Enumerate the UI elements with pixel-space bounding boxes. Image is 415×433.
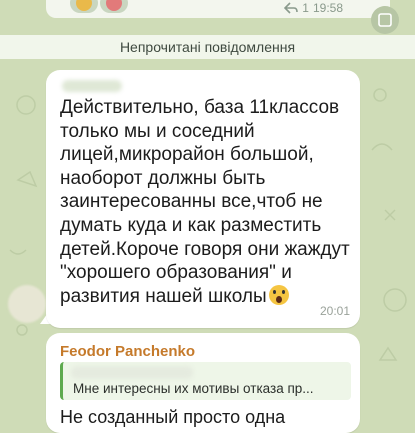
unread-banner-label: Непрочитані повідомлення — [119, 39, 296, 55]
reply-sender-name[interactable]: Feodor Panchenko — [60, 343, 195, 360]
sender-name-redacted — [62, 80, 122, 92]
reply-message-bubble[interactable]: Feodor Panchenko Мне интересны их мотивы… — [46, 333, 360, 433]
quoted-text: Мне интересны их мотивы отказа пр... — [73, 381, 314, 396]
message-text: Действительно, база 11классов только мы … — [60, 96, 350, 308]
thumbs-up-reaction-icon — [76, 0, 92, 11]
reaction-chip[interactable] — [100, 0, 128, 13]
quoted-sender-redacted — [71, 366, 193, 379]
share-icon — [378, 13, 392, 27]
previous-message-time: 19:58 — [312, 1, 343, 15]
share-button[interactable] — [371, 6, 399, 34]
message-bubble[interactable]: Действительно, база 11классов только мы … — [46, 70, 360, 328]
message-reactions[interactable] — [70, 0, 128, 13]
reply-arrow-icon — [284, 2, 299, 14]
reply-message-text: Не созданный просто одна — [60, 407, 286, 427]
previous-message-meta: 1 19:58 — [284, 1, 343, 15]
face-screaming-in-fear-emoji — [268, 284, 289, 305]
unread-messages-banner: Непрочитані повідомлення — [0, 35, 415, 59]
message-time: 20:01 — [319, 304, 350, 318]
message-body: Действительно, база 11классов только мы … — [60, 97, 350, 307]
reply-count: 1 — [302, 1, 309, 15]
reaction-chip[interactable] — [70, 0, 98, 13]
quoted-message[interactable]: Мне интересны их мотивы отказа пр... — [60, 362, 351, 400]
heart-reaction-icon — [106, 0, 122, 11]
